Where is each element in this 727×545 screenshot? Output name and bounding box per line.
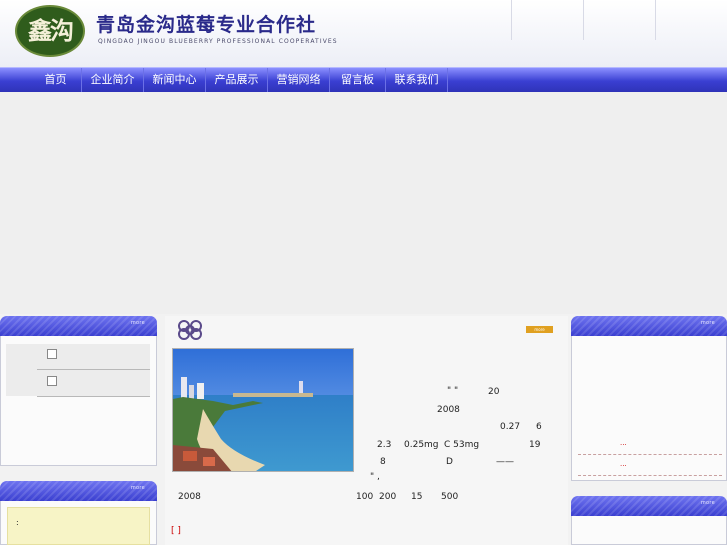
site-logo[interactable]: 鑫沟 [15, 5, 85, 57]
article-text: 20 [488, 387, 500, 397]
more-link[interactable]: more [131, 485, 145, 491]
article-text: 2008 [178, 492, 201, 502]
header-divider [655, 0, 656, 40]
right-top-panel: ... ... [571, 336, 727, 481]
notice-text: : [16, 518, 19, 527]
article-text: 8 [380, 457, 386, 467]
nav-item-products[interactable]: 产品展示 [206, 68, 268, 92]
article-text: 500 [441, 492, 459, 502]
divider [37, 396, 150, 397]
read-more-link[interactable]: [ ] [171, 526, 181, 536]
more-button[interactable]: more [526, 326, 553, 333]
article-text: 6 [536, 422, 542, 432]
divider [578, 475, 722, 476]
article-text: 19 [529, 440, 541, 450]
list-box [6, 344, 150, 396]
coast-photo[interactable] [172, 348, 354, 472]
left-bottom-panel-header: more [0, 481, 157, 501]
right-bottom-panel-header: more [571, 496, 727, 516]
banner-area [0, 92, 727, 314]
article-text: " " [447, 386, 459, 396]
article-text: 200 [379, 492, 397, 502]
news-link[interactable]: ... [620, 460, 627, 468]
article-text: 100 [356, 492, 374, 502]
main-nav: 首页 企业简介 新闻中心 产品展示 营销网络 留言板 联系我们 [0, 67, 727, 92]
article-text: 2008 [437, 405, 460, 415]
site-subtitle: QINGDAO JINGOU BLUEBERRY PROFESSIONAL CO… [98, 38, 338, 45]
left-top-panel-header: more [0, 316, 157, 336]
right-top-panel-header: more [571, 316, 727, 336]
more-link[interactable]: more [701, 500, 715, 506]
nav-item-contact[interactable]: 联系我们 [386, 68, 448, 92]
article-text: D [446, 457, 453, 467]
right-bottom-panel [571, 516, 727, 545]
article-text: 2.3 [377, 440, 392, 450]
article-text: 15 [411, 492, 423, 502]
divider [578, 454, 722, 455]
article-text: 0.25mg [404, 440, 439, 450]
chain-logo-icon [178, 320, 202, 340]
nav-item-network[interactable]: 营销网络 [268, 68, 330, 92]
article-text: C 53mg [444, 440, 480, 450]
article-text: —— [496, 457, 514, 467]
article-text: 0.27 [500, 422, 521, 432]
article-text: " , [370, 472, 380, 482]
notice-box: : [7, 507, 150, 545]
header-divider [583, 0, 584, 40]
left-top-panel [0, 336, 157, 466]
site-title: 青岛金沟蓝莓专业合作社 [96, 14, 317, 36]
header-divider [511, 0, 512, 40]
nav-item-about[interactable]: 企业简介 [82, 68, 144, 92]
divider [37, 369, 150, 370]
news-link[interactable]: ... [620, 439, 627, 447]
logo-text: 鑫沟 [28, 16, 74, 45]
nav-item-guestbook[interactable]: 留言板 [330, 68, 386, 92]
checkbox-icon[interactable] [47, 376, 57, 386]
checkbox-icon[interactable] [47, 349, 57, 359]
more-link[interactable]: more [131, 320, 145, 326]
site-header: 鑫沟 青岛金沟蓝莓专业合作社 QINGDAO JINGOU BLUEBERRY … [0, 0, 727, 67]
left-bottom-panel: : [0, 501, 157, 545]
coast-photo-image [173, 349, 353, 471]
nav-item-home[interactable]: 首页 [30, 68, 82, 92]
more-link[interactable]: more [701, 320, 715, 326]
nav-item-news[interactable]: 新闻中心 [144, 68, 206, 92]
